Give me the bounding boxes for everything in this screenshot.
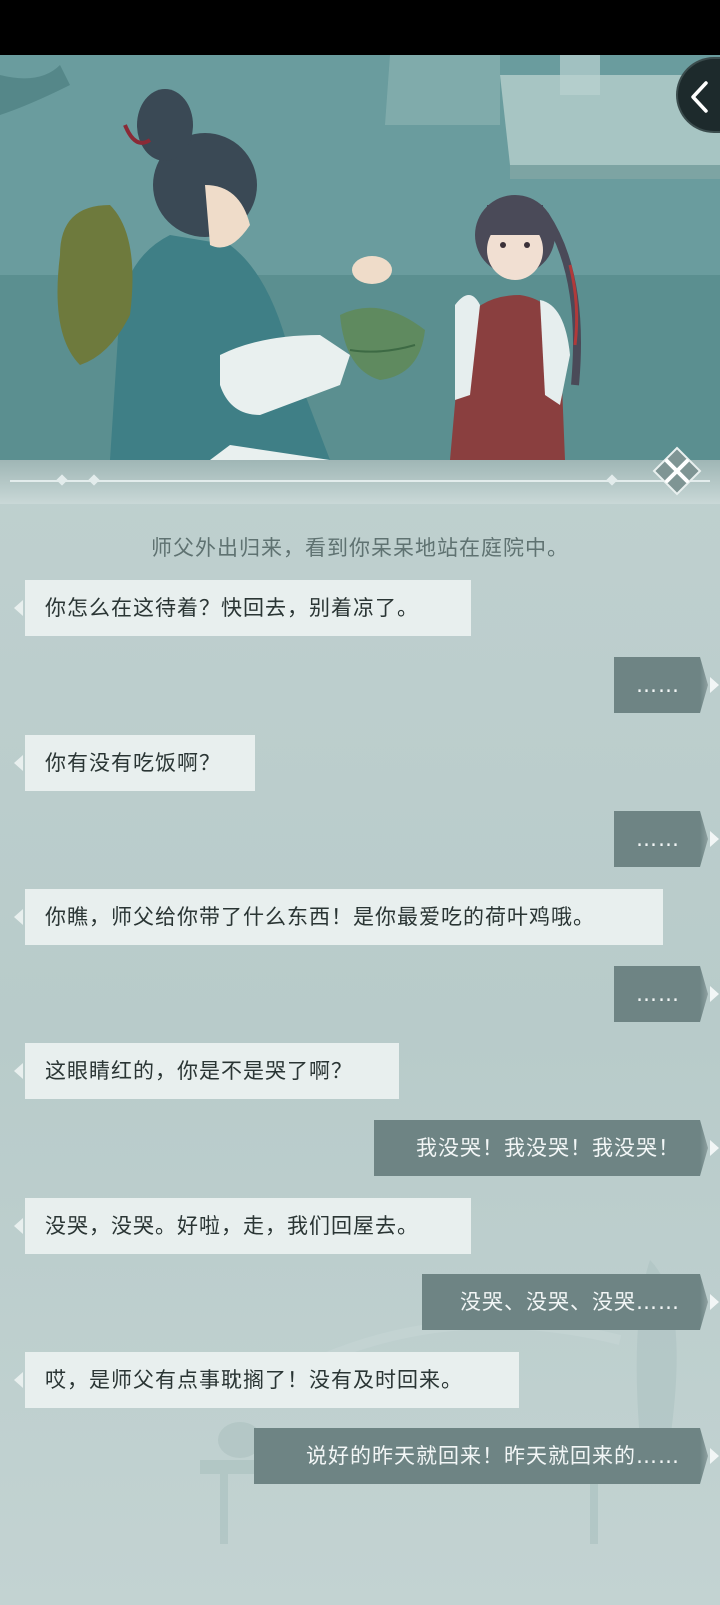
npc-message: 你怎么在这待着？快回去，别着凉了。	[14, 580, 471, 636]
right-pointer	[710, 677, 719, 693]
player-reply: ……	[614, 811, 719, 867]
left-pointer	[14, 1372, 23, 1388]
player-reply: 没哭、没哭、没哭……	[422, 1274, 719, 1330]
npc-message: 你瞧，师父给你带了什么东西！是你最爱吃的荷叶鸡哦。	[14, 889, 663, 945]
left-pointer	[14, 1063, 23, 1079]
message-text: ……	[636, 827, 680, 851]
left-pointer	[14, 909, 23, 925]
right-pointer	[710, 986, 719, 1002]
narration-text: 师父外出归来，看到你呆呆地站在庭院中。	[151, 536, 569, 560]
right-pointer	[710, 831, 719, 847]
message-text: 你怎么在这待着？快回去，别着凉了。	[45, 596, 419, 620]
npc-message: 这眼睛红的，你是不是哭了啊？	[14, 1043, 399, 1099]
npc-message: 没哭，没哭。好啦，走，我们回屋去。	[14, 1198, 471, 1254]
message-text: 我没哭！我没哭！我没哭！	[416, 1136, 680, 1160]
status-bar	[0, 0, 720, 55]
panel-divider	[10, 480, 710, 482]
left-pointer	[14, 755, 23, 771]
message-text: 说好的昨天就回来！昨天就回来的……	[306, 1444, 680, 1468]
message-text: 没哭、没哭、没哭……	[460, 1290, 680, 1314]
message-text: 你瞧，师父给你带了什么东西！是你最爱吃的荷叶鸡哦。	[45, 905, 595, 929]
right-pointer	[710, 1140, 719, 1156]
npc-message: 哎，是师父有点事耽搁了！没有及时回来。	[14, 1352, 519, 1408]
player-reply: ……	[614, 657, 719, 713]
right-pointer	[710, 1294, 719, 1310]
message-text: ……	[636, 982, 680, 1006]
message-text: 这眼睛红的，你是不是哭了啊？	[45, 1059, 353, 1083]
message-text: ……	[636, 673, 680, 697]
chevron-left-icon	[691, 81, 708, 113]
story-illustration	[0, 55, 720, 460]
message-text: 哎，是师父有点事耽搁了！没有及时回来。	[45, 1368, 463, 1392]
message-text: 你有没有吃饭啊？	[45, 751, 221, 775]
player-reply: 我没哭！我没哭！我没哭！	[374, 1120, 719, 1176]
close-button[interactable]	[652, 446, 702, 496]
npc-message: 你有没有吃饭啊？	[14, 735, 255, 791]
left-pointer	[14, 600, 23, 616]
player-reply: ……	[614, 966, 719, 1022]
right-pointer	[710, 1448, 719, 1464]
player-reply: 说好的昨天就回来！昨天就回来的……	[254, 1428, 719, 1484]
close-icon	[652, 446, 702, 496]
message-text: 没哭，没哭。好啦，走，我们回屋去。	[45, 1214, 419, 1238]
left-pointer	[14, 1218, 23, 1234]
